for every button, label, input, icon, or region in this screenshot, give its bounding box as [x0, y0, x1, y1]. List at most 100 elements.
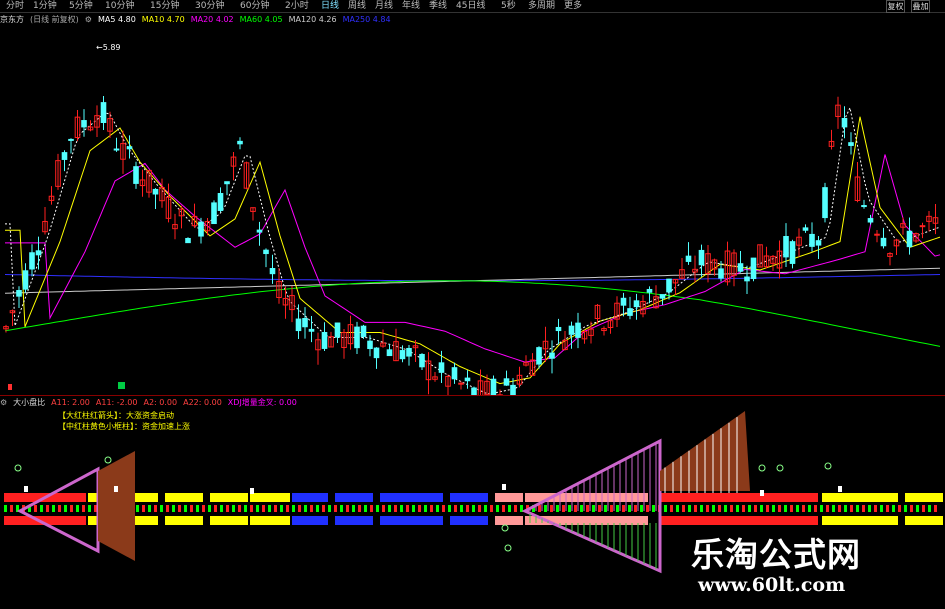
band-strip	[495, 516, 523, 525]
down-candle	[815, 240, 822, 246]
band-strip	[250, 493, 290, 502]
mid-dash	[868, 505, 871, 512]
mid-dash	[394, 505, 397, 512]
mid-dash	[592, 505, 595, 512]
period-tab[interactable]: 月线	[375, 0, 393, 12]
mid-dash	[436, 505, 439, 512]
period-tab[interactable]: 60分钟	[240, 0, 269, 12]
down-candle	[360, 325, 367, 337]
mid-dash	[340, 505, 343, 512]
period-tab[interactable]: 5秒	[501, 0, 516, 12]
mid-dash	[766, 505, 769, 512]
band-strip	[250, 516, 290, 525]
mid-dash	[676, 505, 679, 512]
period-tab[interactable]: 分时	[6, 0, 24, 12]
down-candle	[510, 384, 516, 396]
mid-dash	[610, 505, 613, 512]
period-tab[interactable]: 年线	[402, 0, 420, 12]
down-candle	[308, 328, 315, 332]
marker-icon	[118, 382, 125, 389]
mid-dash	[370, 505, 373, 512]
signal-square	[760, 490, 764, 496]
mid-dash	[64, 505, 67, 512]
down-candle	[211, 202, 217, 225]
mid-dash	[142, 505, 145, 512]
period-tab[interactable]: 30分钟	[195, 0, 224, 12]
period-tab[interactable]: 5分钟	[69, 0, 93, 12]
mid-dash	[820, 505, 823, 512]
mid-dash	[160, 505, 163, 512]
band-strip	[292, 493, 328, 502]
down-candle	[256, 229, 263, 233]
band-strip	[660, 493, 818, 502]
band-strip	[660, 516, 818, 525]
mid-dash	[466, 505, 469, 512]
down-candle	[464, 377, 471, 382]
mid-dash	[682, 505, 685, 512]
up-candle	[874, 233, 880, 236]
down-candle	[750, 257, 757, 280]
band-strip	[210, 516, 248, 525]
mid-dash	[442, 505, 445, 512]
period-tab[interactable]: 周线	[348, 0, 366, 12]
mid-dash	[886, 505, 889, 512]
down-candle	[100, 102, 107, 123]
down-candle	[906, 230, 913, 248]
down-candle	[737, 263, 744, 272]
mid-dash	[922, 505, 925, 512]
period-tab[interactable]: 45日线	[456, 0, 485, 12]
period-tab[interactable]: 日线	[321, 0, 339, 12]
period-tab[interactable]: 多周期	[528, 0, 555, 12]
period-toolbar: 分时 1分钟 5分钟 10分钟 15分钟 30分钟 60分钟 2小时 日线 周线 月线 年线 季线 45日…	[0, 0, 945, 13]
mid-dash	[448, 505, 451, 512]
mid-dash	[256, 505, 259, 512]
period-tab[interactable]: 更多	[564, 0, 582, 12]
band-strip	[450, 493, 488, 502]
mid-dash	[82, 505, 85, 512]
mid-dash	[634, 505, 637, 512]
ma-line	[5, 106, 941, 395]
mid-dash	[598, 505, 601, 512]
mid-dash	[58, 505, 61, 512]
mid-dash	[46, 505, 49, 512]
candlestick-chart[interactable]: ←5.89←3.13	[0, 14, 945, 396]
adjust-button[interactable]: 复权	[886, 0, 905, 13]
mid-dash	[196, 505, 199, 512]
mid-dash	[34, 505, 37, 512]
down-candle	[133, 166, 139, 184]
period-tab[interactable]: 10分钟	[105, 0, 134, 12]
mid-dash	[136, 505, 139, 512]
overlay-button[interactable]: 叠加	[911, 0, 930, 13]
down-candle	[22, 270, 29, 290]
up-candle	[458, 382, 464, 385]
mid-dash	[580, 505, 583, 512]
mid-dash	[424, 505, 427, 512]
mid-dash	[838, 505, 841, 512]
mid-dash	[76, 505, 79, 512]
mid-dash	[874, 505, 877, 512]
mid-dash	[280, 505, 283, 512]
period-tab[interactable]: 季线	[429, 0, 447, 12]
mid-dash	[418, 505, 421, 512]
period-tab[interactable]: 1分钟	[33, 0, 57, 12]
mid-dash	[412, 505, 415, 512]
mid-dash	[928, 505, 931, 512]
mid-dash	[454, 505, 457, 512]
period-tab[interactable]: 15分钟	[150, 0, 179, 12]
down-candle	[113, 148, 120, 151]
down-candle	[620, 297, 627, 306]
down-candle	[568, 325, 575, 335]
mid-dash	[562, 505, 565, 512]
mid-dash	[844, 505, 847, 512]
down-candle	[685, 255, 692, 262]
down-candle	[152, 188, 159, 195]
down-candle	[126, 146, 133, 150]
down-candle	[451, 367, 458, 380]
mid-dash	[652, 505, 655, 512]
period-tab[interactable]: 2小时	[285, 0, 309, 12]
down-candle	[809, 233, 815, 247]
mid-dash	[754, 505, 757, 512]
mid-dash	[10, 505, 13, 512]
mid-dash	[226, 505, 229, 512]
mid-dash	[502, 505, 505, 512]
